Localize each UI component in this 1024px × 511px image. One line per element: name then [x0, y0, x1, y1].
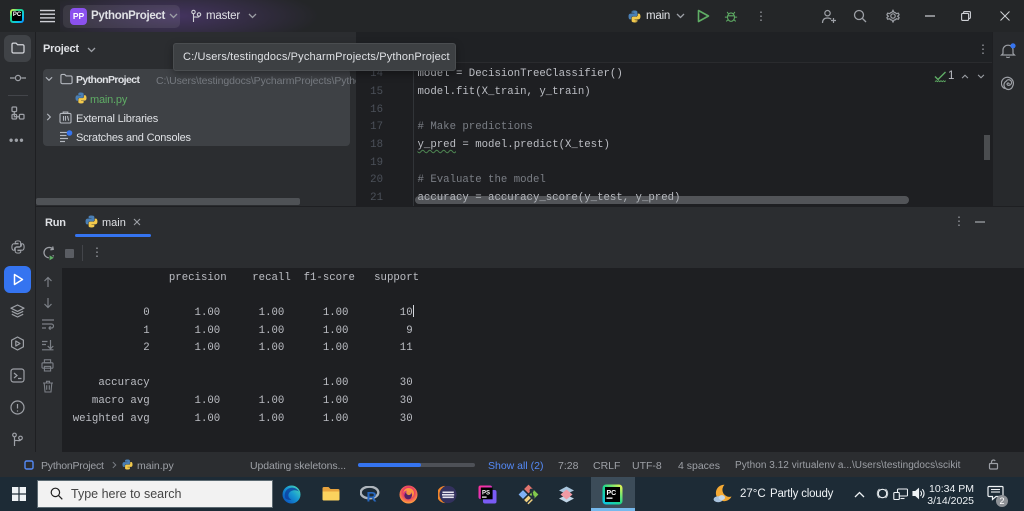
svg-text:PS: PS: [482, 491, 490, 497]
svg-text:PC: PC: [607, 490, 617, 497]
svg-text:R: R: [367, 489, 377, 503]
